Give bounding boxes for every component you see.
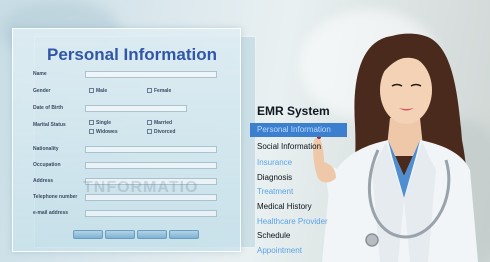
emr-system-title: EMR System (257, 104, 330, 118)
doctor-illustration (313, 33, 478, 262)
menu-item-social-information[interactable]: Social Information (250, 140, 321, 154)
menu-item-insurance[interactable]: Insurance (250, 156, 292, 170)
scene: Personal Information Name Gender Male Fe… (0, 0, 490, 262)
menu-item-schedule[interactable]: Schedule (250, 229, 290, 243)
menu-item-medical-history[interactable]: Medical History (250, 200, 312, 214)
menu-item-personal-information[interactable]: Personal Information (250, 123, 347, 137)
menu-item-appointment[interactable]: Appointment (250, 244, 302, 258)
menu-item-treatment[interactable]: Treatment (250, 185, 293, 199)
menu-item-diagnosis[interactable]: Diagnosis (250, 171, 292, 185)
menu-item-healthcare-provider[interactable]: Healthcare Provider (250, 215, 328, 229)
